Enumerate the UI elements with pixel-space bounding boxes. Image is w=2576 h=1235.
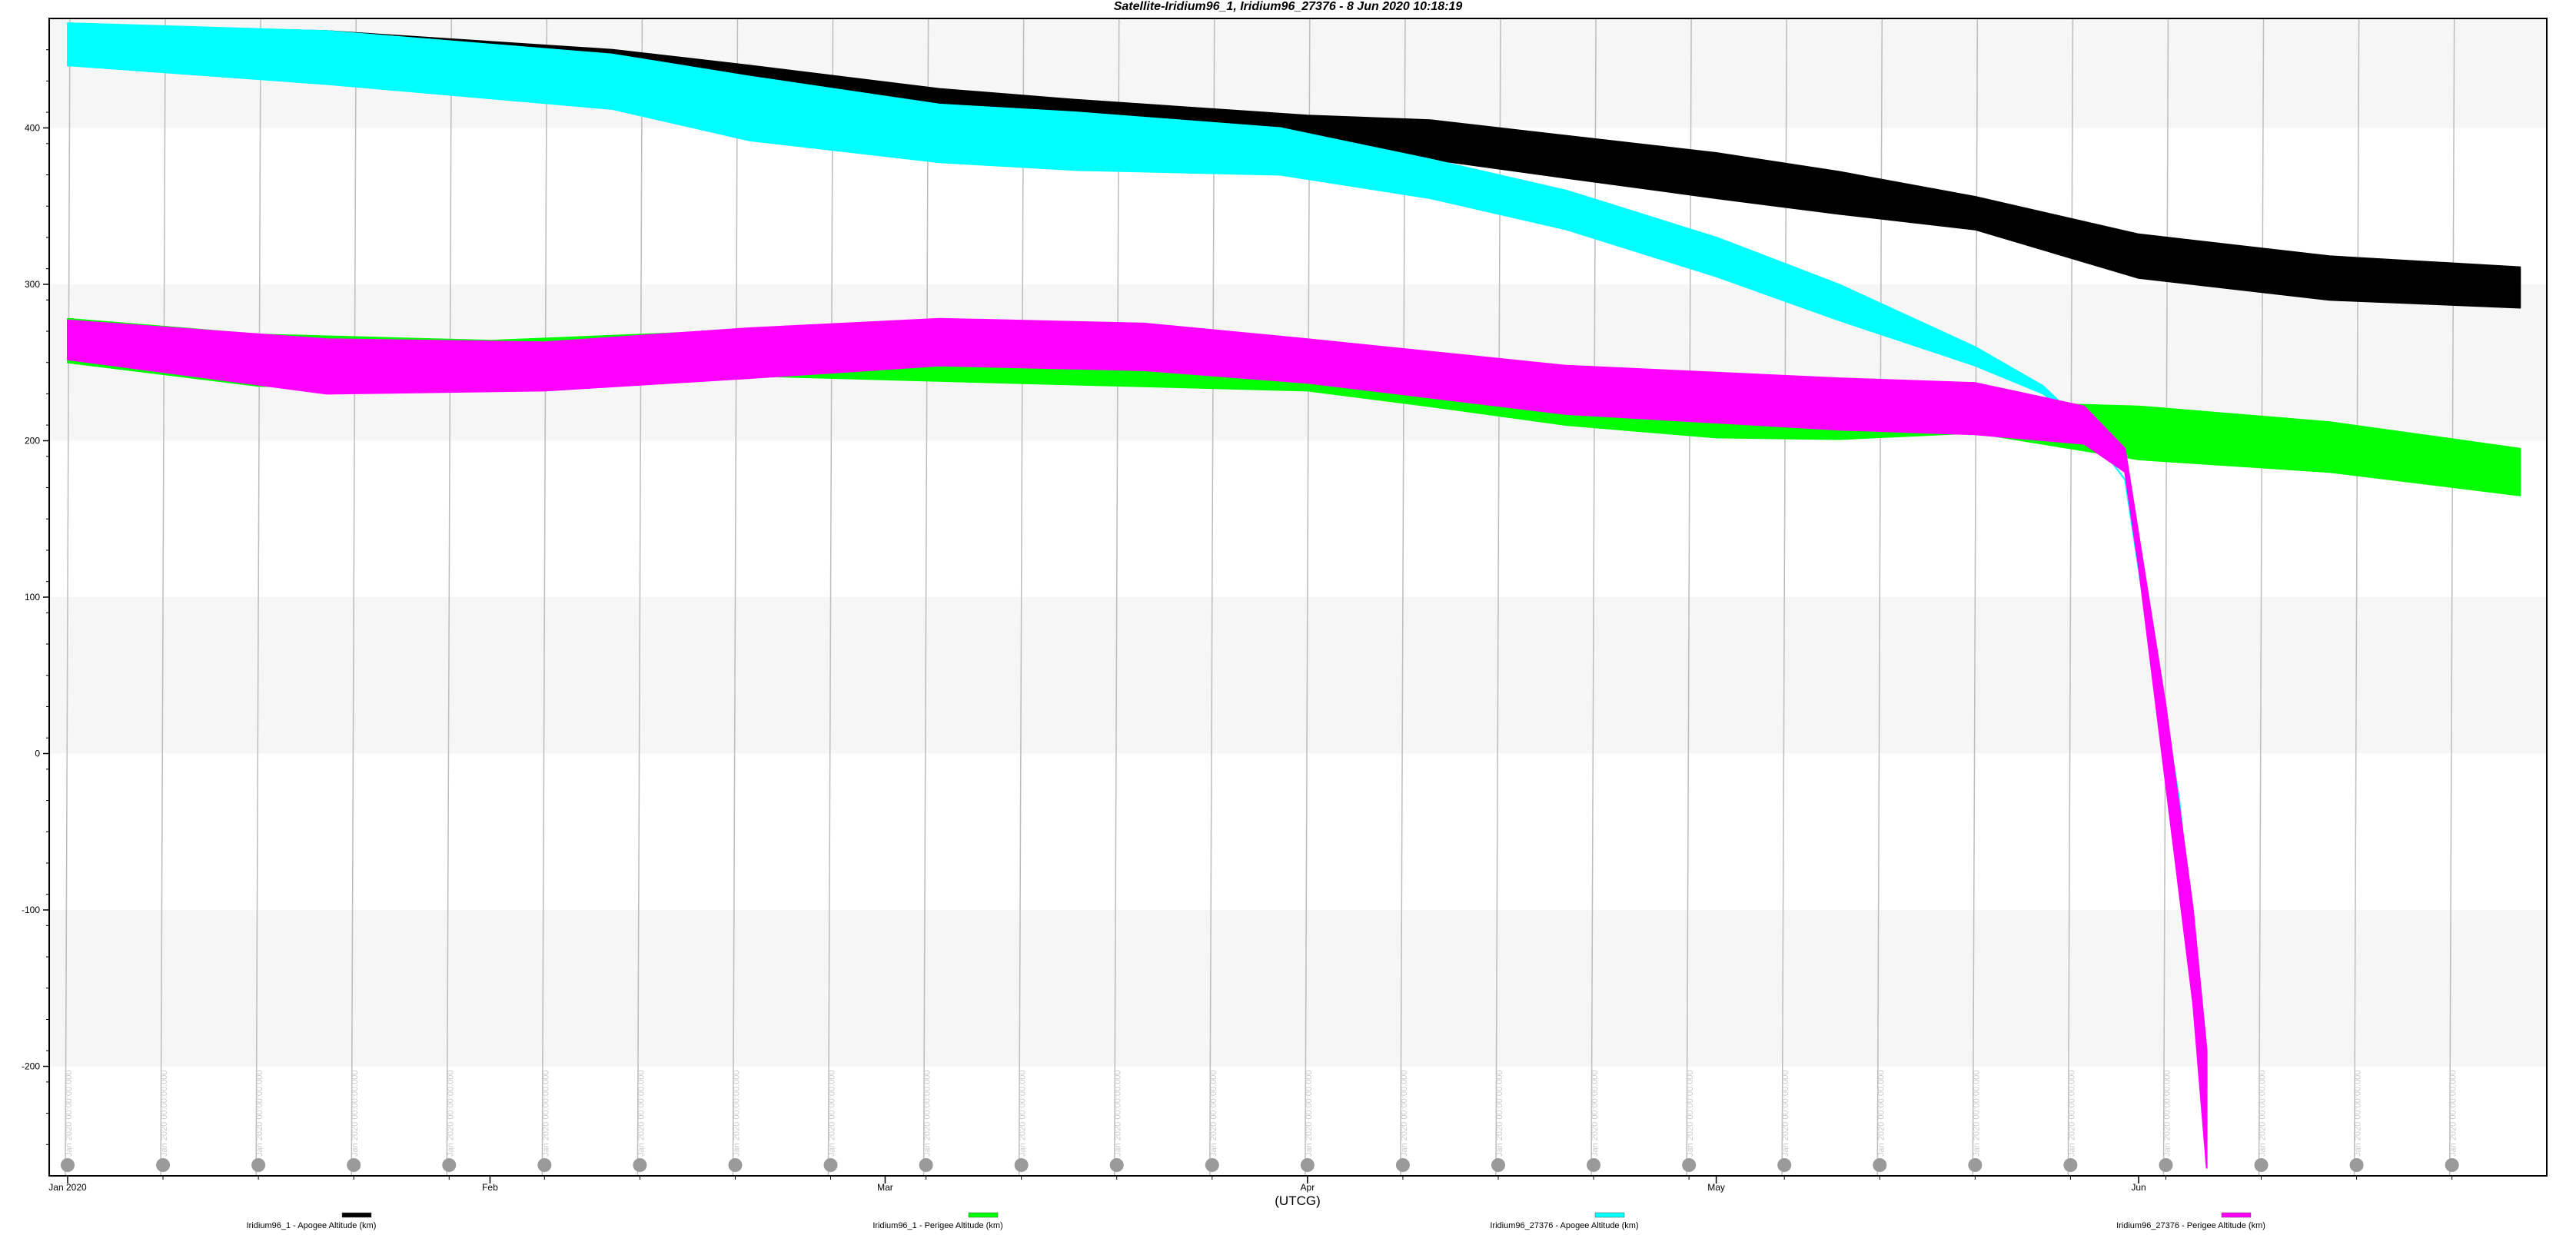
event-marker-label: Jan 2020 00:00:00.000 [2259, 1070, 2268, 1157]
y-axis: -200 -100 0 100 200 300 400 [22, 49, 49, 1145]
x-tick-label: Feb [482, 1182, 498, 1193]
legend-swatch [1594, 1212, 1625, 1218]
event-marker-label: Jan 2020 00:00:00.000 [732, 1070, 741, 1157]
event-marker [1587, 1158, 1601, 1172]
x-tick-label: May [1707, 1182, 1725, 1193]
event-marker [2445, 1158, 2459, 1172]
event-marker-label: Jan 2020 00:00:00.000 [1781, 1070, 1790, 1157]
event-marker-label: Jan 2020 00:00:00.000 [2354, 1070, 2363, 1157]
event-marker-label: Jan 2020 00:00:00.000 [2449, 1070, 2458, 1157]
event-marker [2349, 1158, 2364, 1172]
legend-swatch [968, 1212, 999, 1218]
event-marker-label: Jan 2020 00:00:00.000 [1972, 1070, 1981, 1157]
event-marker-label: Jan 2020 00:00:00.000 [541, 1070, 550, 1157]
event-marker-label: Jan 2020 00:00:00.000 [255, 1070, 264, 1157]
y-band [49, 597, 2547, 754]
y-tick-label: 300 [25, 279, 40, 290]
event-marker [61, 1158, 75, 1172]
x-axis: Jan 2020 Feb Mar Apr May Jun [48, 1176, 2453, 1193]
event-marker [633, 1158, 647, 1172]
event-marker [823, 1158, 838, 1172]
x-tick-label: Apr [1301, 1182, 1315, 1193]
event-marker-label: Jan 2020 00:00:00.000 [1114, 1070, 1123, 1157]
event-marker-label: Jan 2020 00:00:00.000 [1305, 1070, 1314, 1157]
legend-label: Iridium96_27376 - Perigee Altitude (km) [2116, 1221, 2265, 1230]
event-marker [2063, 1158, 2078, 1172]
event-marker-label: Jan 2020 00:00:00.000 [351, 1070, 360, 1157]
event-marker [1205, 1158, 1219, 1172]
event-marker-label: Jan 2020 00:00:00.000 [2067, 1070, 2076, 1157]
event-marker [1968, 1158, 1983, 1172]
event-marker [442, 1158, 457, 1172]
event-marker-label: Jan 2020 00:00:00.000 [2162, 1070, 2172, 1157]
event-marker [1014, 1158, 1029, 1172]
legend-label: Iridium96_1 - Apogee Altitude (km) [247, 1221, 377, 1230]
event-markers: Jan 2020 00:00:00.000 Jan 2020 00:00:00.0… [61, 1070, 2459, 1172]
legend-swatch [2221, 1212, 2252, 1218]
x-tick-label: Mar [877, 1182, 893, 1193]
y-tick-label: 400 [25, 122, 40, 133]
y-tick-label: -200 [22, 1061, 40, 1072]
event-marker-label: Jan 2020 00:00:00.000 [1495, 1070, 1504, 1157]
event-marker [1777, 1158, 1792, 1172]
event-marker-label: Jan 2020 00:00:00.000 [637, 1070, 646, 1157]
y-band [49, 910, 2547, 1067]
event-marker [1300, 1158, 1315, 1172]
legend: Iridium96_1 - Apogee Altitude (km) Iridiu… [247, 1212, 2265, 1230]
y-tick-label: 200 [25, 435, 40, 446]
event-marker [2159, 1158, 2173, 1172]
legend-label: Iridium96_1 - Perigee Altitude (km) [873, 1221, 1002, 1230]
event-marker [251, 1158, 266, 1172]
y-tick-label: -100 [22, 905, 40, 915]
event-marker [537, 1158, 552, 1172]
event-marker-label: Jan 2020 00:00:00.000 [160, 1070, 169, 1157]
event-marker-label: Jan 2020 00:00:00.000 [923, 1070, 932, 1157]
y-tick-label: 0 [35, 749, 40, 759]
event-marker [1395, 1158, 1410, 1172]
event-marker [919, 1158, 933, 1172]
event-marker [1109, 1158, 1124, 1172]
event-marker-label: Jan 2020 00:00:00.000 [1019, 1070, 1028, 1157]
event-marker [2254, 1158, 2269, 1172]
x-tick-label: Jun [2131, 1182, 2146, 1193]
event-marker-label: Jan 2020 00:00:00.000 [65, 1070, 74, 1157]
legend-label: Iridium96_27376 - Apogee Altitude (km) [1490, 1221, 1638, 1230]
event-marker-label: Jan 2020 00:00:00.000 [1400, 1070, 1409, 1157]
y-tick-label: 100 [25, 592, 40, 603]
x-tick-label: Jan 2020 [48, 1182, 87, 1193]
event-marker-label: Jan 2020 00:00:00.000 [1686, 1070, 1695, 1157]
event-marker [1491, 1158, 1505, 1172]
event-marker [728, 1158, 743, 1172]
chart-canvas: Jan 2020 00:00:00.000 Jan 2020 00:00:00.0… [22, 18, 2548, 1230]
event-marker-label: Jan 2020 00:00:00.000 [1876, 1070, 1886, 1157]
event-marker [156, 1158, 171, 1172]
event-marker [1682, 1158, 1697, 1172]
event-marker-label: Jan 2020 00:00:00.000 [828, 1070, 837, 1157]
event-marker-label: Jan 2020 00:00:00.000 [1590, 1070, 1600, 1157]
event-marker-label: Jan 2020 00:00:00.000 [1209, 1070, 1218, 1157]
event-marker-label: Jan 2020 00:00:00.000 [446, 1070, 455, 1157]
event-marker [347, 1158, 361, 1172]
x-axis-label: (UTCG) [1275, 1194, 1320, 1208]
legend-swatch [341, 1212, 372, 1218]
event-marker [1873, 1158, 1887, 1172]
